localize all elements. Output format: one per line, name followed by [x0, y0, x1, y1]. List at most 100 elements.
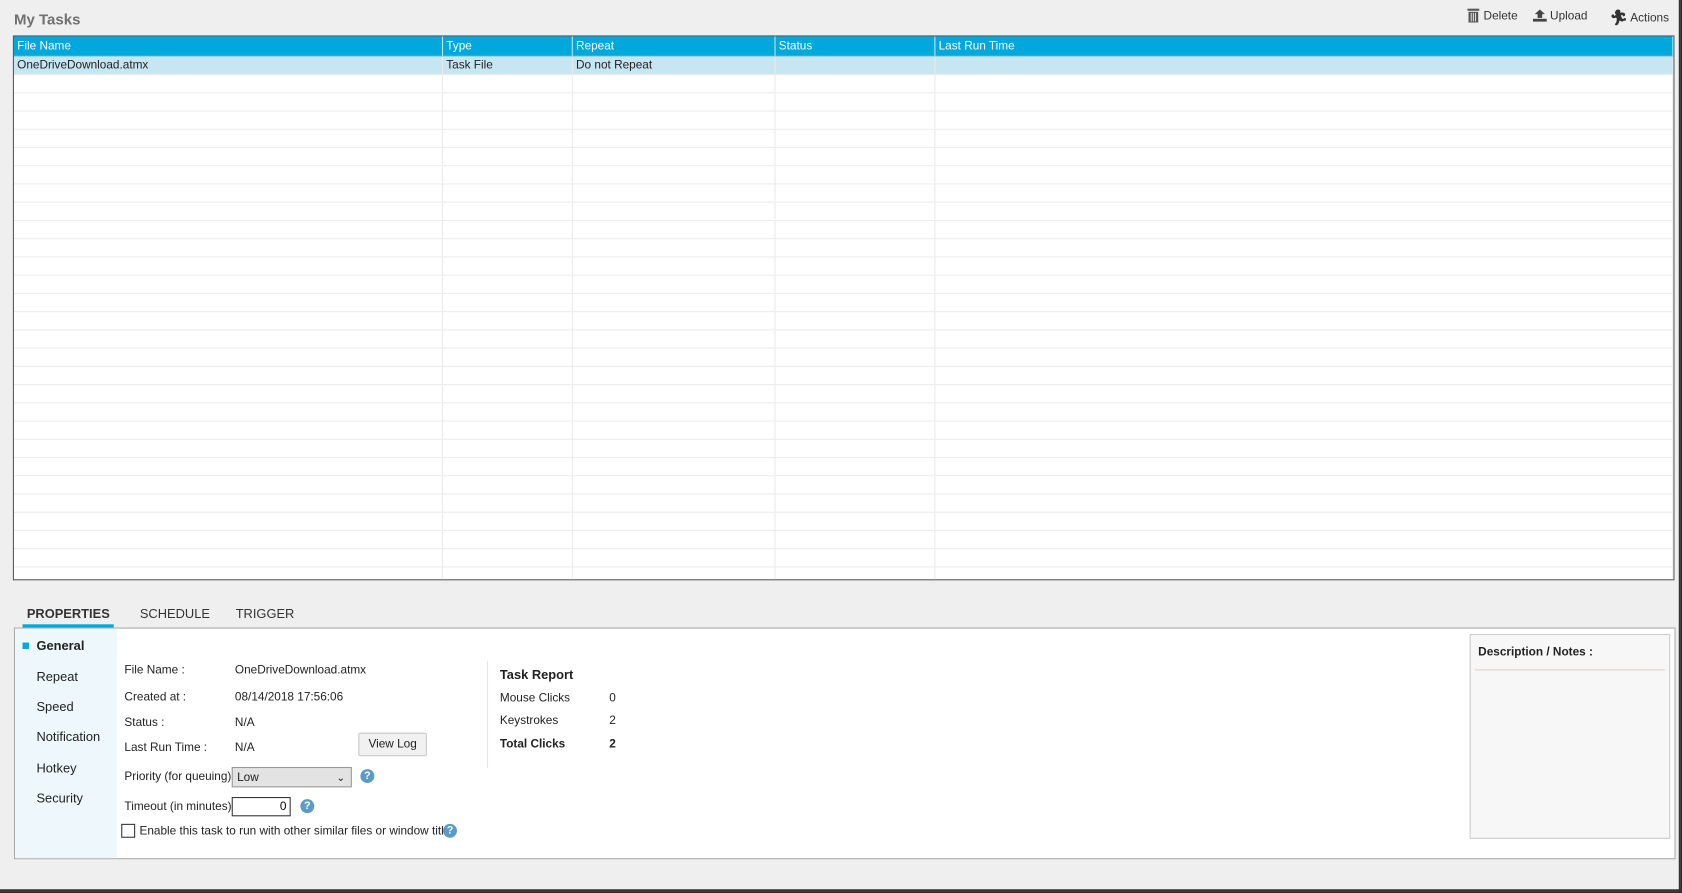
empty-cell [776, 512, 936, 530]
empty-cell [776, 549, 936, 567]
empty-table-row [13, 166, 1674, 185]
properties-tabs: PROPERTIES SCHEDULE TRIGGER [22, 606, 320, 629]
empty-cell [935, 403, 1674, 421]
empty-cell [935, 330, 1674, 348]
empty-cell [935, 458, 1674, 476]
upload-button[interactable]: Upload [1532, 9, 1587, 23]
column-last-run-time[interactable]: Last Run Time [935, 36, 1674, 56]
empty-cell [935, 275, 1674, 293]
nav-general[interactable]: General [36, 638, 84, 653]
empty-cell [573, 421, 776, 439]
task-report-title: Task Report [499, 667, 574, 683]
empty-table-row [13, 220, 1674, 240]
tab-trigger[interactable]: TRIGGER [236, 606, 295, 629]
total-clicks-value: 2 [609, 738, 616, 751]
empty-cell [443, 111, 573, 129]
timeout-help-icon[interactable]: ? [300, 799, 315, 814]
empty-table-row [13, 293, 1674, 313]
empty-cell [443, 494, 573, 512]
column-type[interactable]: Type [443, 36, 573, 56]
empty-cell [776, 257, 936, 275]
delete-button[interactable]: Delete [1466, 8, 1518, 23]
empty-cell [14, 421, 444, 439]
enable-similar-checkbox[interactable] [121, 823, 136, 838]
empty-cell [935, 567, 1674, 580]
empty-table-row [13, 257, 1674, 276]
empty-cell [443, 166, 573, 184]
empty-cell [573, 439, 776, 457]
enable-help-icon[interactable]: ? [443, 823, 457, 838]
empty-cell [443, 458, 573, 476]
nav-repeat[interactable]: Repeat [36, 669, 78, 684]
nav-speed[interactable]: Speed [36, 699, 73, 714]
empty-cell [935, 129, 1674, 147]
view-log-button[interactable]: View Log [358, 732, 427, 757]
empty-cell [573, 458, 776, 476]
empty-table-row [13, 366, 1674, 386]
empty-cell [776, 129, 936, 147]
empty-cell [14, 385, 444, 403]
description-notes-box[interactable]: Description / Notes : [1469, 633, 1671, 839]
column-file-name[interactable]: File Name [14, 36, 444, 56]
empty-cell [573, 166, 776, 184]
priority-help-icon[interactable]: ? [360, 769, 375, 784]
actions-button[interactable]: 🏃︎ Actions [1608, 9, 1669, 27]
empty-cell [443, 257, 573, 275]
empty-cell [14, 312, 444, 330]
empty-cell [14, 220, 444, 239]
priority-select[interactable]: Low ⌄ [231, 766, 352, 788]
created-value: 08/14/2018 17:56:06 [234, 690, 344, 704]
upload-icon [1532, 9, 1547, 22]
empty-cell [573, 312, 776, 330]
empty-cell [776, 494, 936, 512]
empty-cell [573, 184, 776, 202]
empty-cell [443, 275, 573, 293]
empty-cell [776, 166, 936, 184]
tab-properties[interactable]: PROPERTIES [22, 606, 115, 629]
nav-notification[interactable]: Notification [36, 729, 100, 744]
empty-cell [935, 476, 1674, 494]
empty-cell [573, 549, 776, 567]
empty-cell [573, 239, 776, 257]
created-label: Created at : [124, 690, 187, 704]
empty-table-row [13, 476, 1674, 495]
empty-cell [935, 312, 1674, 330]
tasks-table: File Name Type Repeat Status Last Run Ti… [12, 35, 1675, 581]
empty-table-row [13, 93, 1674, 112]
empty-cell [573, 476, 776, 494]
empty-cell [573, 348, 776, 366]
empty-cell [573, 512, 776, 530]
empty-cell [573, 494, 776, 512]
empty-cell [935, 166, 1674, 184]
table-row[interactable]: OneDriveDownload.atmx Task File Do not R… [13, 56, 1674, 76]
description-notes-title: Description / Notes : [1474, 635, 1665, 671]
empty-cell [776, 202, 936, 220]
nav-security[interactable]: Security [36, 791, 83, 806]
priority-value: Low [237, 771, 259, 785]
column-repeat[interactable]: Repeat [573, 36, 776, 56]
empty-cell [14, 202, 444, 220]
empty-cell [776, 330, 936, 348]
empty-cell [573, 366, 776, 385]
empty-cell [776, 184, 936, 202]
empty-cell [573, 275, 776, 293]
empty-cell [443, 385, 573, 403]
empty-table-row [13, 129, 1674, 149]
priority-label: Priority (for queuing) : [124, 770, 238, 784]
empty-table-row [13, 421, 1674, 440]
column-status[interactable]: Status [776, 36, 936, 56]
timeout-input[interactable] [231, 797, 291, 817]
empty-cell [776, 385, 936, 403]
empty-cell [573, 202, 776, 220]
cell-file-name: OneDriveDownload.atmx [14, 56, 444, 75]
nav-hotkey[interactable]: Hotkey [36, 761, 76, 776]
empty-table-row [13, 530, 1674, 550]
empty-cell [443, 366, 573, 385]
empty-cell [776, 148, 936, 166]
tab-schedule[interactable]: SCHEDULE [140, 606, 210, 629]
empty-cell [776, 75, 936, 93]
empty-table-row [13, 312, 1674, 331]
empty-cell [776, 275, 936, 293]
empty-cell [935, 257, 1674, 275]
empty-cell [14, 530, 444, 549]
